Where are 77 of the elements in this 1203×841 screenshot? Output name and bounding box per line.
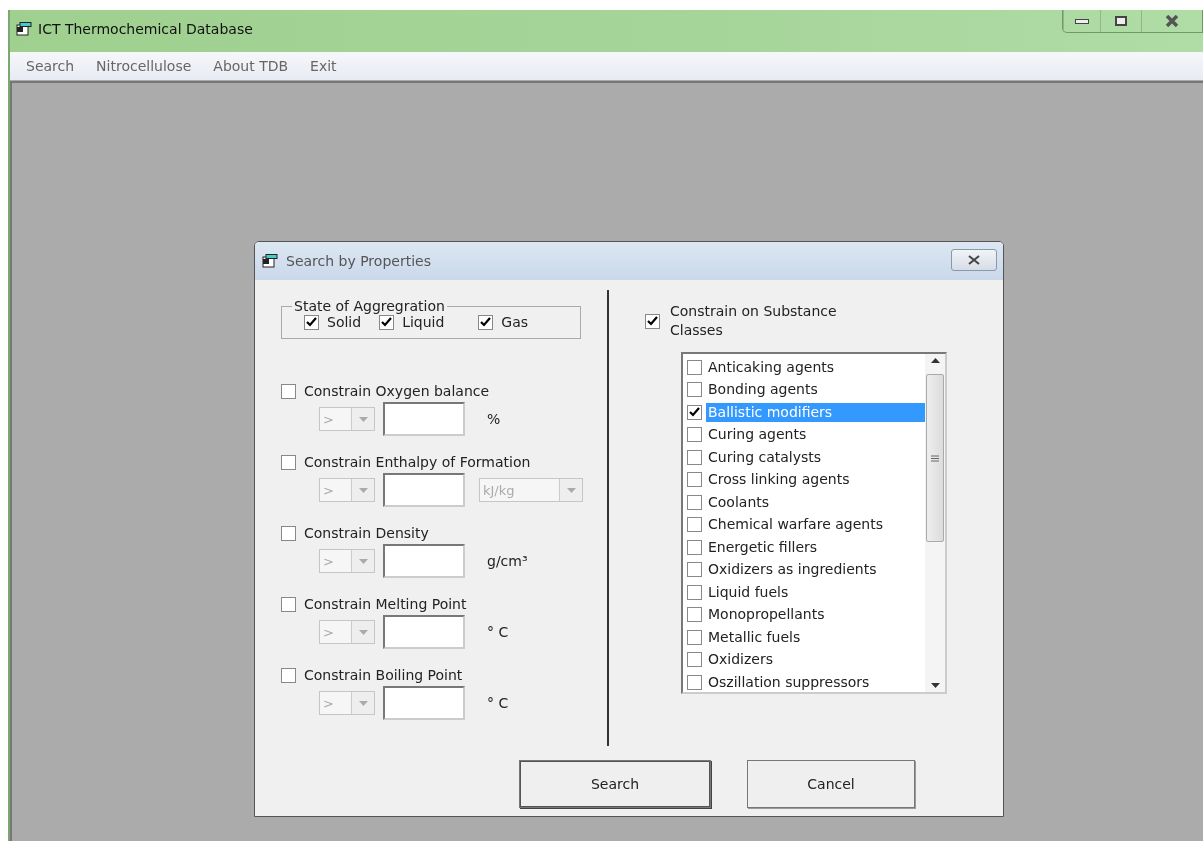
menu-item[interactable]: Exit (310, 58, 337, 74)
scroll-down-icon[interactable] (930, 683, 940, 688)
list-item[interactable]: Curing agents (706, 425, 925, 445)
checkbox-label: Constrain on Substance Classes (670, 302, 838, 340)
menu-item[interactable]: Nitrocellulose (96, 58, 192, 74)
list-item[interactable]: Oxidizers as ingredients (706, 560, 925, 580)
checkbox-label: Gas (501, 314, 529, 330)
checkbox-label: Constrain Density (304, 525, 429, 541)
checkbox[interactable] (687, 652, 702, 668)
list-item[interactable]: Cross linking agents (706, 470, 925, 490)
minimize-icon (1075, 18, 1089, 24)
close-icon (1165, 15, 1179, 27)
dropdown-arrow-icon (566, 487, 576, 493)
scroll-thumb[interactable] (926, 374, 944, 542)
checkbox-label: Constrain Oxygen balance (304, 383, 490, 399)
checkbox-label: Constrain Enthalpy of Formation (304, 454, 531, 470)
list-item[interactable]: Chemical warfare agents (706, 515, 925, 535)
checkbox[interactable] (687, 674, 702, 690)
checkbox-label: Solid (327, 314, 362, 330)
checkbox[interactable] (645, 313, 660, 329)
checkbox[interactable] (281, 454, 296, 470)
checkbox[interactable] (687, 562, 702, 578)
checkbox[interactable] (478, 314, 494, 330)
checkbox[interactable] (281, 596, 296, 612)
checkbox[interactable] (687, 494, 702, 510)
list-item[interactable]: Monopropellants (706, 605, 925, 625)
group-label: State of Aggregration (293, 298, 446, 314)
checkbox[interactable] (281, 383, 296, 399)
list-item[interactable]: Oszillation suppressors (706, 672, 925, 692)
dialog-icon (262, 254, 278, 268)
unit-label: ° C (487, 624, 509, 640)
checkbox[interactable] (687, 359, 702, 375)
checkbox[interactable] (687, 539, 702, 555)
checkbox-label: Constrain Boiling Point (304, 667, 463, 683)
checkbox[interactable] (687, 427, 702, 443)
checkbox[interactable] (281, 525, 296, 541)
checkbox[interactable] (687, 584, 702, 600)
checkbox[interactable] (687, 607, 702, 623)
dialog-title: Search by Properties (286, 253, 431, 269)
menu-item[interactable]: About TDB (213, 58, 289, 74)
list-item[interactable]: Oxidizers (706, 650, 925, 670)
dropdown-arrow-icon (358, 700, 368, 706)
list-item[interactable]: Curing catalysts (706, 447, 925, 467)
checkbox[interactable] (687, 472, 702, 488)
list-item[interactable]: Liquid fuels (706, 582, 925, 602)
scrollbar[interactable] (925, 354, 945, 692)
unit-label: % (487, 411, 501, 427)
checkbox[interactable] (687, 404, 702, 420)
unit-label: ° C (487, 695, 509, 711)
checkbox[interactable] (687, 629, 702, 645)
dropdown-arrow-icon (358, 487, 368, 493)
dropdown-arrow-icon (358, 558, 368, 564)
checkbox[interactable] (687, 449, 702, 465)
dialog-button[interactable]: Search (519, 760, 711, 808)
list-item[interactable]: Bonding agents (706, 380, 925, 400)
close-icon (968, 255, 980, 265)
checkbox[interactable] (687, 517, 702, 533)
checkbox-label: Liquid (402, 314, 445, 330)
checkbox[interactable] (281, 667, 296, 683)
checkbox[interactable] (687, 382, 702, 398)
checkbox[interactable] (304, 314, 319, 330)
unit-label: g/cm³ (487, 553, 528, 569)
menu-item[interactable]: Search (26, 58, 75, 74)
dialog-button[interactable]: Cancel (747, 760, 915, 808)
list-item[interactable]: Energetic fillers (706, 537, 925, 557)
list-item[interactable]: Coolants (706, 492, 925, 512)
window-title: ICT Thermochemical Database (38, 21, 253, 37)
dropdown-arrow-icon (358, 629, 368, 635)
close-button[interactable] (951, 249, 997, 271)
checkbox-label: Constrain Melting Point (304, 596, 467, 612)
app-icon (16, 22, 32, 36)
checkbox[interactable] (379, 314, 395, 330)
scroll-up-icon[interactable] (930, 358, 940, 363)
maximize-icon (1115, 16, 1127, 26)
list-item[interactable]: Metallic fuels (706, 627, 925, 647)
dropdown-arrow-icon (358, 416, 368, 422)
list-item[interactable]: Anticaking agents (706, 357, 925, 377)
